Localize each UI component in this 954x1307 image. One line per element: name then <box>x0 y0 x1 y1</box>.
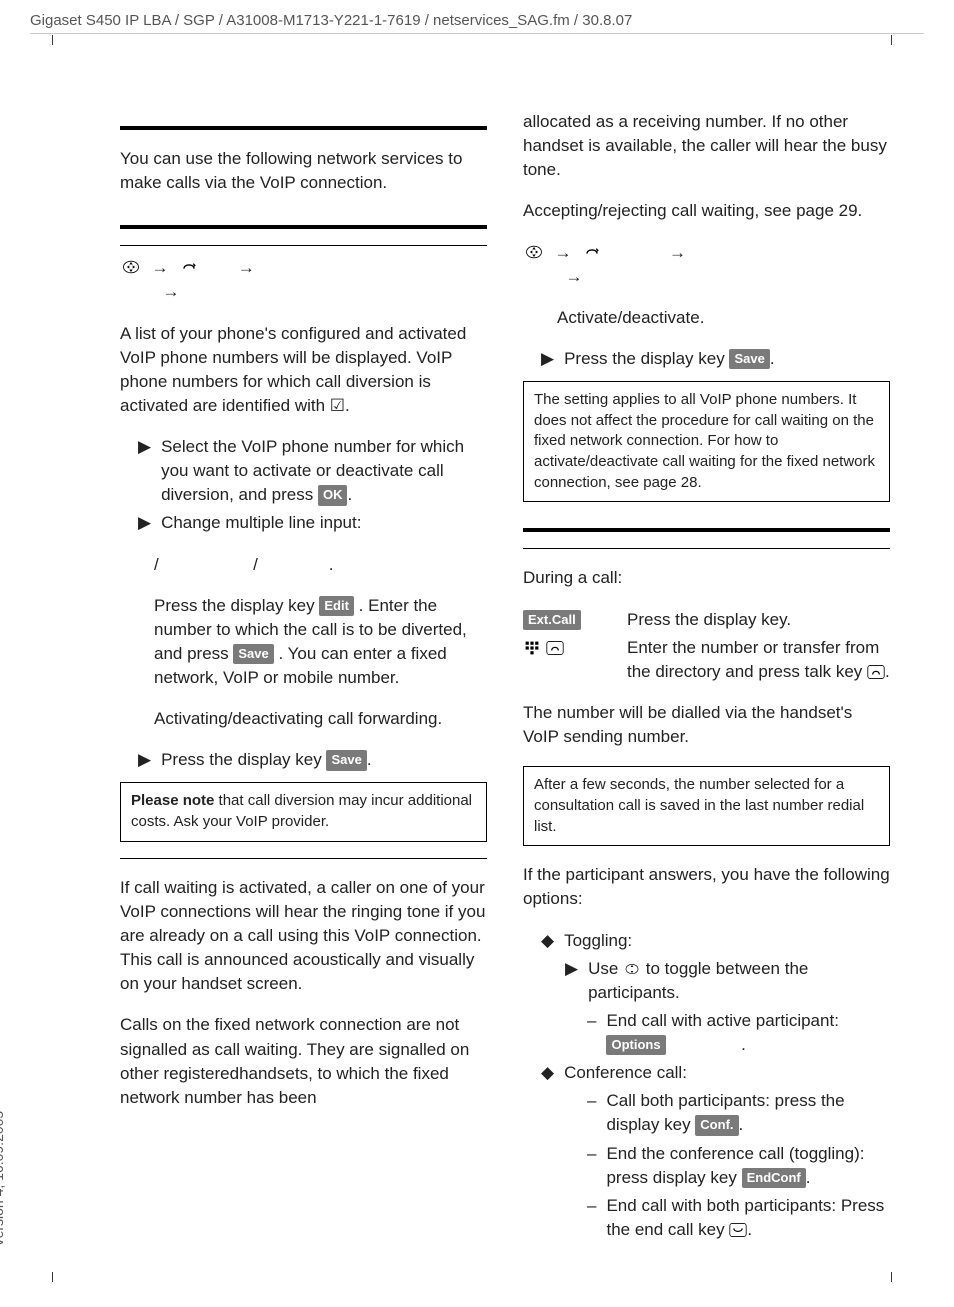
menu-sequence-2: → → → <box>523 241 890 289</box>
end-call-key-icon <box>729 1222 747 1238</box>
save-key: Save <box>326 750 366 770</box>
nav-key-icon <box>623 961 641 977</box>
left-column: You can use the following network servic… <box>120 110 487 1246</box>
right-column: allocated as a receiving number. If no o… <box>523 110 890 1246</box>
document-header: Gigaset S450 IP LBA / SGP / A31008-M1713… <box>30 12 924 34</box>
note-box: Please note that call diversion may incu… <box>120 782 487 841</box>
end-conf-text: End the conference call (toggling): pres… <box>606 1144 864 1187</box>
allocated-number-text: allocated as a receiving number. If no o… <box>523 110 890 182</box>
dash-bullet-icon: – <box>587 1089 596 1113</box>
enter-number-text: Enter the number or transfer from the di… <box>627 638 879 681</box>
configured-numbers-text: A list of your phone's configured and ac… <box>120 322 487 419</box>
talk-key-icon <box>867 664 885 680</box>
services-icon <box>581 242 603 262</box>
bullet-arrow-icon: ▶ <box>138 511 151 535</box>
dash-bullet-icon: – <box>587 1142 596 1166</box>
extcall-key: Ext.Call <box>523 610 581 630</box>
extcall-body: Press the display key. <box>627 608 791 632</box>
version-text: Version 4, 16.09.2005 <box>0 1111 6 1247</box>
ok-key: OK <box>318 485 348 505</box>
end-call-active: End call with active participant: <box>606 1011 838 1030</box>
during-a-call: During a call: <box>523 566 890 590</box>
services-icon <box>178 257 200 277</box>
activate-deactivate-text: Activate/deactivate. <box>523 306 890 330</box>
bullet-arrow-icon: ▶ <box>541 347 554 371</box>
dash-bullet-icon: – <box>587 1194 596 1218</box>
save-key: Save <box>729 349 769 369</box>
keypad-icon <box>523 640 541 656</box>
talk-key-icon <box>546 640 564 656</box>
conference-label: Conference call: <box>564 1061 687 1085</box>
toggling-label: Toggling: <box>564 929 632 953</box>
step-press-save: Press the display key <box>161 750 326 769</box>
intro-text: You can use the following network servic… <box>120 147 487 195</box>
toggle-text-1: Use <box>588 959 623 978</box>
info-box-2: After a few seconds, the number selected… <box>523 766 890 846</box>
info-box-1: The setting applies to all VoIP phone nu… <box>523 381 890 502</box>
see-page-29: Accepting/rejecting call waiting, see pa… <box>523 199 890 223</box>
endconf-key: EndConf <box>742 1168 806 1188</box>
step-select-number: Select the VoIP phone number for which y… <box>161 437 464 504</box>
save-key: Save <box>233 644 273 664</box>
call-waiting-paragraph: If call waiting is activated, a caller o… <box>120 876 487 997</box>
bullet-arrow-icon: ▶ <box>138 748 151 772</box>
conf-key: Conf. <box>695 1115 738 1135</box>
diamond-bullet-icon: ◆ <box>541 929 554 953</box>
page-body: You can use the following network servic… <box>120 110 890 1246</box>
bullet-arrow-icon: ▶ <box>565 957 578 981</box>
nav-key-icon <box>120 257 142 277</box>
options-key: Options <box>606 1035 665 1055</box>
bullet-arrow-icon: ▶ <box>138 435 151 459</box>
participant-answers-text: If the participant answers, you have the… <box>523 863 890 911</box>
nav-key-icon <box>523 242 545 262</box>
step-change-input: Change multiple line input: <box>161 511 361 535</box>
step-press-save-2: Press the display key <box>564 349 729 368</box>
diamond-bullet-icon: ◆ <box>541 1061 554 1085</box>
keypad-handset-icons <box>523 636 615 660</box>
act-deact-forwarding: Activating/deactivating call forwarding. <box>120 707 487 731</box>
slash-line: / / . <box>120 553 487 577</box>
dash-bullet-icon: – <box>587 1009 596 1033</box>
press-edit-text-1: Press the display key <box>154 596 319 615</box>
number-dialled-text: The number will be dialled via the hands… <box>523 701 890 749</box>
edit-key: Edit <box>319 596 354 616</box>
fixed-network-paragraph: Calls on the fixed network connection ar… <box>120 1013 487 1110</box>
note-label: Please note <box>131 792 214 809</box>
menu-sequence: → → → <box>120 256 487 304</box>
